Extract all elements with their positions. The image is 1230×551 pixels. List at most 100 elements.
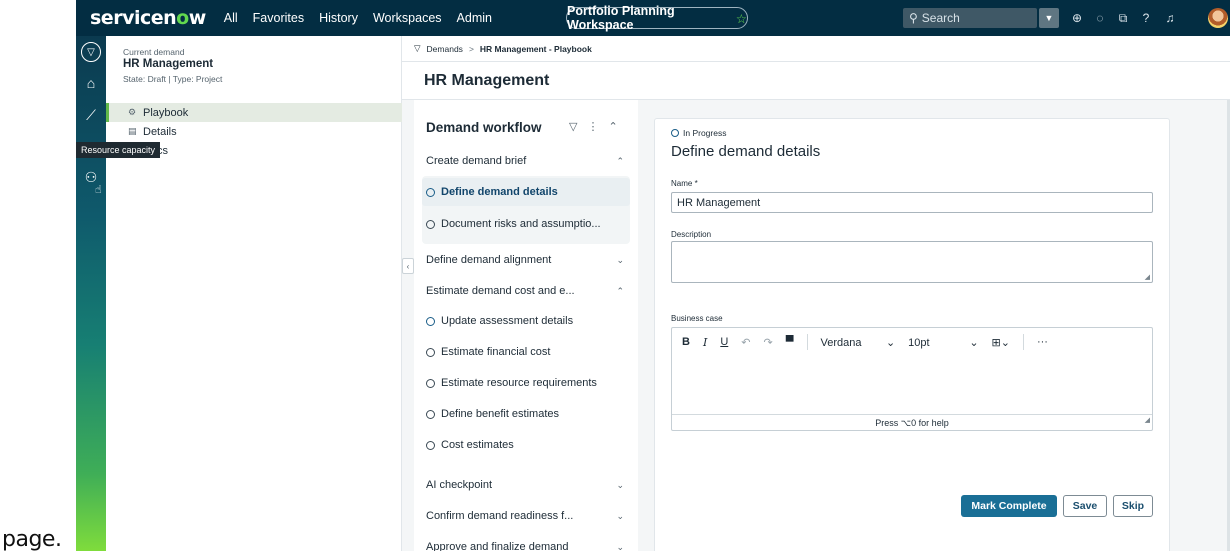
editor-toolbar: B I U ↶ ↷ ▀ Verdana ⌄ 10pt ⌄ ⊞⌄ ···	[672, 328, 1152, 356]
chevron-up-icon: ⌃	[616, 285, 624, 296]
breadcrumb-demands[interactable]: Demands	[427, 44, 463, 54]
step-status-icon	[426, 378, 435, 388]
resize-handle-icon[interactable]: ◢	[1145, 413, 1150, 429]
briefcase-icon[interactable]: ⌂	[82, 74, 100, 92]
font-size-select[interactable]: 10pt ⌄	[908, 336, 978, 349]
nav-playbook[interactable]: ⚙ Playbook	[106, 103, 402, 122]
redo-icon[interactable]: ↷	[763, 336, 772, 349]
demand-title: HR Management	[123, 58, 214, 70]
stage-ai-checkpoint[interactable]: AI checkpoint ⌄	[414, 470, 638, 500]
filter-menu-icon[interactable]: ▽	[81, 42, 101, 62]
step-define-demand-details[interactable]: Define demand details	[422, 178, 630, 206]
top-navigation: servicenow All Favorites History Workspa…	[76, 0, 1230, 36]
step-define-benefit-estimates[interactable]: Define benefit estimates	[414, 400, 638, 428]
stage-confirm-readiness[interactable]: Confirm demand readiness f... ⌄	[414, 501, 638, 531]
stage-approve-finalize[interactable]: Approve and finalize demand ⌄	[414, 532, 638, 551]
analytics-icon[interactable]: ⟋	[82, 106, 100, 124]
chevron-down-icon: ⌄	[616, 510, 624, 521]
business-case-label: Business case	[671, 314, 723, 323]
step-status-icon	[426, 347, 435, 357]
filter-icon: ▽	[414, 43, 421, 53]
step-status-icon	[426, 187, 435, 197]
step-status-icon	[426, 440, 435, 450]
current-demand-label: Current demand	[123, 47, 185, 57]
chevron-down-icon: ⌄	[616, 254, 624, 265]
save-button[interactable]: Save	[1063, 495, 1107, 517]
nav-history[interactable]: History	[319, 11, 358, 25]
skip-button[interactable]: Skip	[1113, 495, 1153, 517]
app-switcher-icon[interactable]: ⧉	[1114, 9, 1132, 27]
step-status-icon	[426, 409, 435, 419]
breadcrumb-current: HR Management - Playbook	[479, 43, 592, 54]
workflow-tools: ▽ ⋮ ⌃	[569, 120, 618, 133]
italic-icon[interactable]: I	[703, 336, 707, 349]
app-window: servicenow All Favorites History Workspa…	[76, 0, 1230, 551]
stage-define-demand-alignment[interactable]: Define demand alignment ⌄	[414, 245, 638, 275]
table-icon[interactable]: ⊞⌄	[992, 336, 1010, 349]
nav-admin[interactable]: Admin	[457, 11, 492, 25]
step-document-risks[interactable]: Document risks and assumptio...	[414, 210, 638, 238]
left-rail: ▽ ⌂ ⟋ ⚇	[76, 36, 106, 551]
in-progress-icon	[671, 129, 679, 137]
chevron-down-icon: ⌄	[616, 479, 624, 490]
demand-workflow-panel: Demand workflow ▽ ⋮ ⌃ Create demand brie…	[414, 100, 638, 551]
nav-details[interactable]: ▤ Details	[106, 122, 402, 141]
servicenow-logo[interactable]: servicenow	[90, 7, 206, 29]
format-painter-icon[interactable]: ▀	[786, 336, 794, 348]
step-update-assessment[interactable]: Update assessment details	[414, 307, 638, 335]
resource-capacity-tooltip: Resource capacity	[76, 142, 161, 158]
avatar[interactable]	[1208, 8, 1228, 28]
business-case-editor[interactable]: B I U ↶ ↷ ▀ Verdana ⌄ 10pt ⌄ ⊞⌄ ··· Pres…	[671, 327, 1153, 431]
stage-create-demand-brief[interactable]: Create demand brief ⌃	[414, 146, 638, 176]
page-title: HR Management	[424, 72, 550, 89]
step-cost-estimates[interactable]: Cost estimates	[414, 431, 638, 459]
font-family-select[interactable]: Verdana ⌄	[821, 336, 896, 349]
details-icon: ▤	[128, 126, 137, 136]
chat-icon[interactable]: ◌	[1091, 9, 1109, 27]
task-title: Define demand details	[671, 143, 821, 160]
page-header: HR Management	[402, 62, 1230, 100]
toolbar-divider	[1022, 334, 1024, 350]
stage-estimate-demand-cost[interactable]: Estimate demand cost and e... ⌃	[414, 276, 638, 306]
nav-all[interactable]: All	[224, 11, 238, 25]
collapse-panel-button[interactable]: ‹	[402, 258, 414, 274]
chevron-down-icon: ⌄	[969, 336, 979, 349]
step-status-icon	[426, 316, 435, 326]
step-estimate-financial-cost[interactable]: Estimate financial cost	[414, 338, 638, 366]
chevron-up-icon[interactable]: ⌃	[608, 120, 617, 133]
workflow-title: Demand workflow	[426, 120, 542, 135]
name-label: Name *	[671, 179, 698, 188]
star-icon[interactable]: ☆	[736, 11, 747, 26]
search-icon: ⚲	[909, 11, 918, 25]
search-scope-dropdown[interactable]: ▼	[1039, 8, 1059, 28]
step-status-icon	[426, 219, 435, 229]
resize-handle-icon[interactable]: ◢	[1145, 273, 1150, 281]
more-horizontal-icon[interactable]: ···	[1037, 336, 1048, 348]
search-input[interactable]: ⚲ Search	[903, 8, 1037, 28]
playbook-icon: ⚙	[128, 107, 137, 117]
globe-icon[interactable]: ⊕	[1068, 9, 1086, 27]
demand-meta: State: Draft | Type: Project	[123, 74, 223, 84]
description-label: Description	[671, 230, 712, 239]
description-field[interactable]: ◢	[671, 241, 1153, 283]
undo-icon[interactable]: ↶	[741, 336, 750, 349]
step-estimate-resource-requirements[interactable]: Estimate resource requirements	[414, 369, 638, 397]
name-field[interactable]	[671, 192, 1153, 213]
nav-workspaces[interactable]: Workspaces	[373, 11, 442, 25]
nav-favorites[interactable]: Favorites	[253, 11, 304, 25]
underline-icon[interactable]: U	[720, 336, 728, 348]
notifications-icon[interactable]: ♫	[1161, 9, 1179, 27]
breadcrumb: ▽ Demands > HR Management - Playbook	[402, 36, 1230, 62]
demand-panel: Current demand HR Management State: Draf…	[106, 36, 402, 551]
toolbar-divider	[806, 334, 808, 350]
caret-down-icon: ▼	[1044, 13, 1054, 23]
help-icon[interactable]: ?	[1137, 9, 1155, 27]
workspace-pill[interactable]: Portfolio Planning Workspace ☆	[566, 4, 748, 32]
search-placeholder: Search	[921, 11, 960, 25]
more-vertical-icon[interactable]: ⋮	[587, 120, 598, 133]
editor-help-bar: Press ⌥0 for help ◢	[672, 414, 1152, 431]
mark-complete-button[interactable]: Mark Complete	[961, 495, 1057, 517]
filter-icon[interactable]: ▽	[569, 120, 577, 133]
bold-icon[interactable]: B	[682, 336, 690, 348]
chevron-down-icon: ⌄	[616, 541, 624, 551]
